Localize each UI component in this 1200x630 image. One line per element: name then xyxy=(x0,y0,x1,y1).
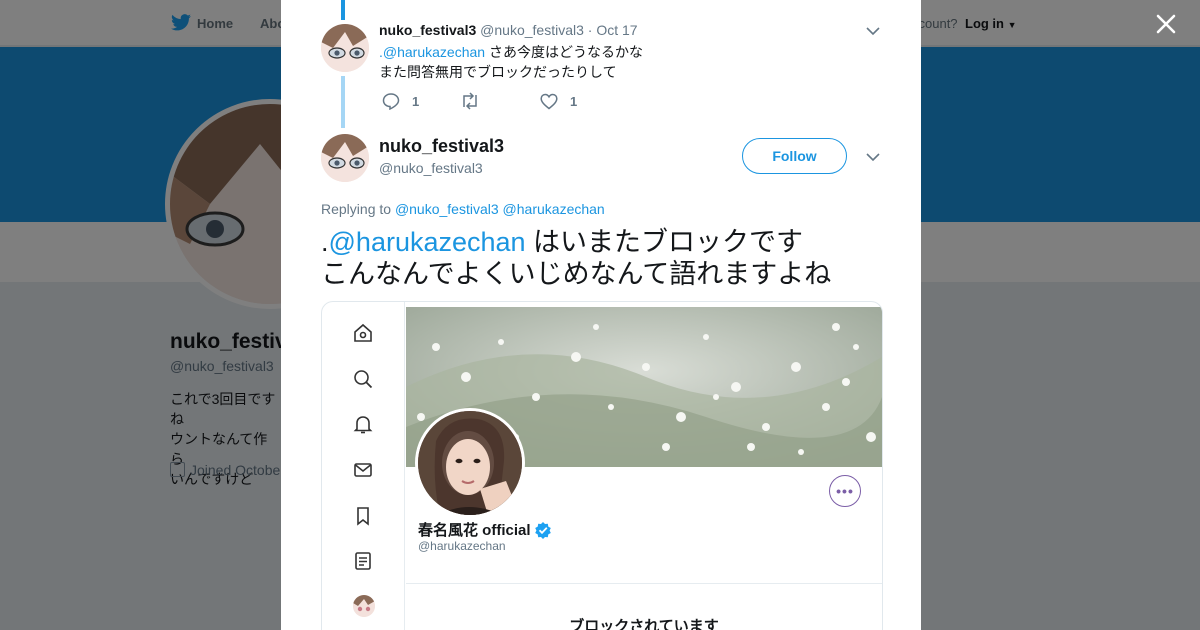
reply-action[interactable]: 1 xyxy=(382,92,419,110)
more-options-icon: ••• xyxy=(829,475,861,507)
main-tweet-text: .@harukazechan はいまたブロックです こんなんでよくいじめなんて語… xyxy=(321,226,901,290)
replying-to-line: Replying to @nuko_festival3 @harukazecha… xyxy=(321,201,605,217)
screenshot-profile-name-row: 春名風花 official xyxy=(418,519,552,540)
bookmark-icon xyxy=(357,507,369,526)
screenshot-profile-avatar xyxy=(415,408,525,518)
main-tweet-avatar[interactable] xyxy=(321,134,369,182)
screenshot-profile-handle: @harukazechan xyxy=(418,539,506,553)
anime-avatar-art xyxy=(321,24,369,72)
reply-mention-1[interactable]: @nuko_festival3 xyxy=(395,201,499,217)
tweet-modal: nuko_festival3 @nuko_festival3 · Oct 17 … xyxy=(281,0,921,630)
mail-icon xyxy=(354,463,372,477)
thread-connector xyxy=(341,76,345,128)
main-tweet-name[interactable]: nuko_festival3 xyxy=(379,136,504,157)
like-action[interactable]: 1 xyxy=(540,92,577,110)
screenshot-user-avatar xyxy=(353,595,375,617)
parent-tweet-handle[interactable]: @nuko_festival3 xyxy=(480,22,584,38)
parent-tweet-name[interactable]: nuko_festival3 xyxy=(379,22,476,38)
home-icon xyxy=(354,323,372,342)
reply-icon xyxy=(382,93,400,110)
parent-tweet-header: nuko_festival3 @nuko_festival3 · Oct 17 xyxy=(379,22,638,38)
retweet-icon xyxy=(463,92,477,110)
anime-avatar-art xyxy=(353,595,375,617)
bell-icon xyxy=(353,416,373,434)
thread-connector xyxy=(341,0,345,20)
parent-tweet-line2: また問答無用でブロックだったりして xyxy=(379,64,617,80)
tweet-text-prefix: . xyxy=(321,227,329,257)
screenshot-sidebar xyxy=(322,302,405,630)
follow-button[interactable]: Follow xyxy=(742,138,847,174)
parent-tweet-text: .@harukazechan さあ今度はどうなるかな また問答無用でブロックだっ… xyxy=(379,42,643,82)
chevron-down-icon[interactable] xyxy=(866,27,880,36)
replying-prefix: Replying to xyxy=(321,201,395,217)
tweet-media-image[interactable]: ••• 春名風花 official @harukazechan ブロックされてい… xyxy=(321,301,883,630)
tweet-text-line2: こんなんでよくいじめなんて語れますよね xyxy=(321,259,832,289)
verified-badge-icon xyxy=(534,521,551,539)
mention-link[interactable]: @harukazechan xyxy=(329,227,526,257)
mention-link[interactable]: .@harukazechan xyxy=(379,44,485,60)
parent-tweet-line1: さあ今度はどうなるかな xyxy=(485,44,643,60)
heart-icon xyxy=(540,93,558,109)
reply-count: 1 xyxy=(412,93,420,109)
portrait-photo xyxy=(418,411,522,515)
search-icon xyxy=(354,370,373,389)
retweet-action[interactable] xyxy=(460,92,480,110)
close-icon[interactable] xyxy=(1154,12,1178,36)
list-icon xyxy=(355,552,371,570)
chevron-down-icon[interactable] xyxy=(866,153,880,162)
divider xyxy=(406,583,882,584)
screenshot-profile-name: 春名風花 official xyxy=(418,522,531,539)
like-count: 1 xyxy=(570,93,578,109)
parent-tweet-avatar[interactable] xyxy=(321,24,369,72)
anime-avatar-art xyxy=(321,134,369,182)
main-tweet-handle[interactable]: @nuko_festival3 xyxy=(379,160,483,176)
parent-tweet-date[interactable]: · Oct 17 xyxy=(588,22,638,38)
blocked-heading: ブロックされています xyxy=(569,618,719,630)
reply-mention-2[interactable]: @harukazechan xyxy=(503,201,605,217)
tweet-text-line1: はいまたブロックです xyxy=(525,227,804,257)
